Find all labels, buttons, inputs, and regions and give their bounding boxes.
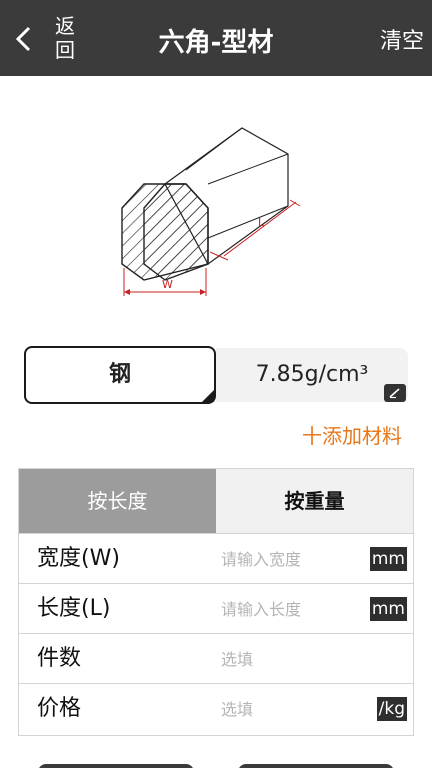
price-unit-badge[interactable]: /kg bbox=[376, 697, 407, 721]
width-row: 宽度(W) mm bbox=[19, 533, 413, 583]
dropdown-corner-icon bbox=[202, 390, 214, 402]
material-name: 钢 bbox=[108, 362, 131, 387]
back-button[interactable]: 返 回 bbox=[0, 0, 100, 76]
quantity-label: 件数 bbox=[37, 646, 82, 671]
hexagon-shape bbox=[121, 127, 289, 281]
bottom-right-button[interactable] bbox=[238, 764, 394, 768]
density-value: 7.85g/cm³ bbox=[255, 362, 369, 387]
length-unit-badge[interactable]: mm bbox=[369, 597, 407, 621]
back-label: 返 回 bbox=[55, 14, 75, 62]
material-name-button[interactable]: 钢 bbox=[24, 346, 216, 404]
mode-tabs: 按长度 按重量 bbox=[19, 469, 413, 533]
width-unit-badge[interactable]: mm bbox=[369, 547, 407, 571]
page-title: 六角-型材 bbox=[158, 28, 274, 58]
material-selector: 7.85g/cm³ 钢 bbox=[24, 346, 408, 404]
price-input[interactable] bbox=[221, 692, 371, 726]
quantity-row: 件数 bbox=[19, 633, 413, 683]
clear-button[interactable]: 清空 bbox=[380, 0, 424, 76]
tab-by-weight[interactable]: 按重量 bbox=[216, 469, 413, 533]
add-material-link[interactable]: 十添加材料 bbox=[302, 420, 402, 449]
chevron-left-icon bbox=[15, 26, 31, 52]
width-dimension-label: W bbox=[162, 278, 173, 291]
tab-by-length[interactable]: 按长度 bbox=[19, 469, 216, 533]
bottom-actions bbox=[0, 756, 432, 768]
density-field[interactable]: 7.85g/cm³ bbox=[216, 348, 408, 402]
length-row: 长度(L) mm bbox=[19, 583, 413, 633]
top-bar: 返 回 六角-型材 清空 bbox=[0, 0, 432, 76]
calculation-panel: 按长度 按重量 宽度(W) mm 长度(L) mm 件数 价格 /kg bbox=[18, 468, 414, 736]
length-input[interactable] bbox=[221, 592, 371, 626]
length-label: 长度(L) bbox=[37, 596, 111, 621]
hexagon-bar-diagram: W L bbox=[121, 127, 301, 296]
quantity-input[interactable] bbox=[221, 642, 371, 676]
price-row: 价格 /kg bbox=[19, 683, 413, 733]
edit-icon[interactable] bbox=[384, 384, 406, 402]
price-label: 价格 bbox=[37, 696, 82, 721]
bottom-left-button[interactable] bbox=[38, 764, 194, 768]
width-input[interactable] bbox=[221, 542, 371, 576]
width-label: 宽度(W) bbox=[37, 546, 120, 571]
length-dimension-label: L bbox=[258, 216, 265, 229]
